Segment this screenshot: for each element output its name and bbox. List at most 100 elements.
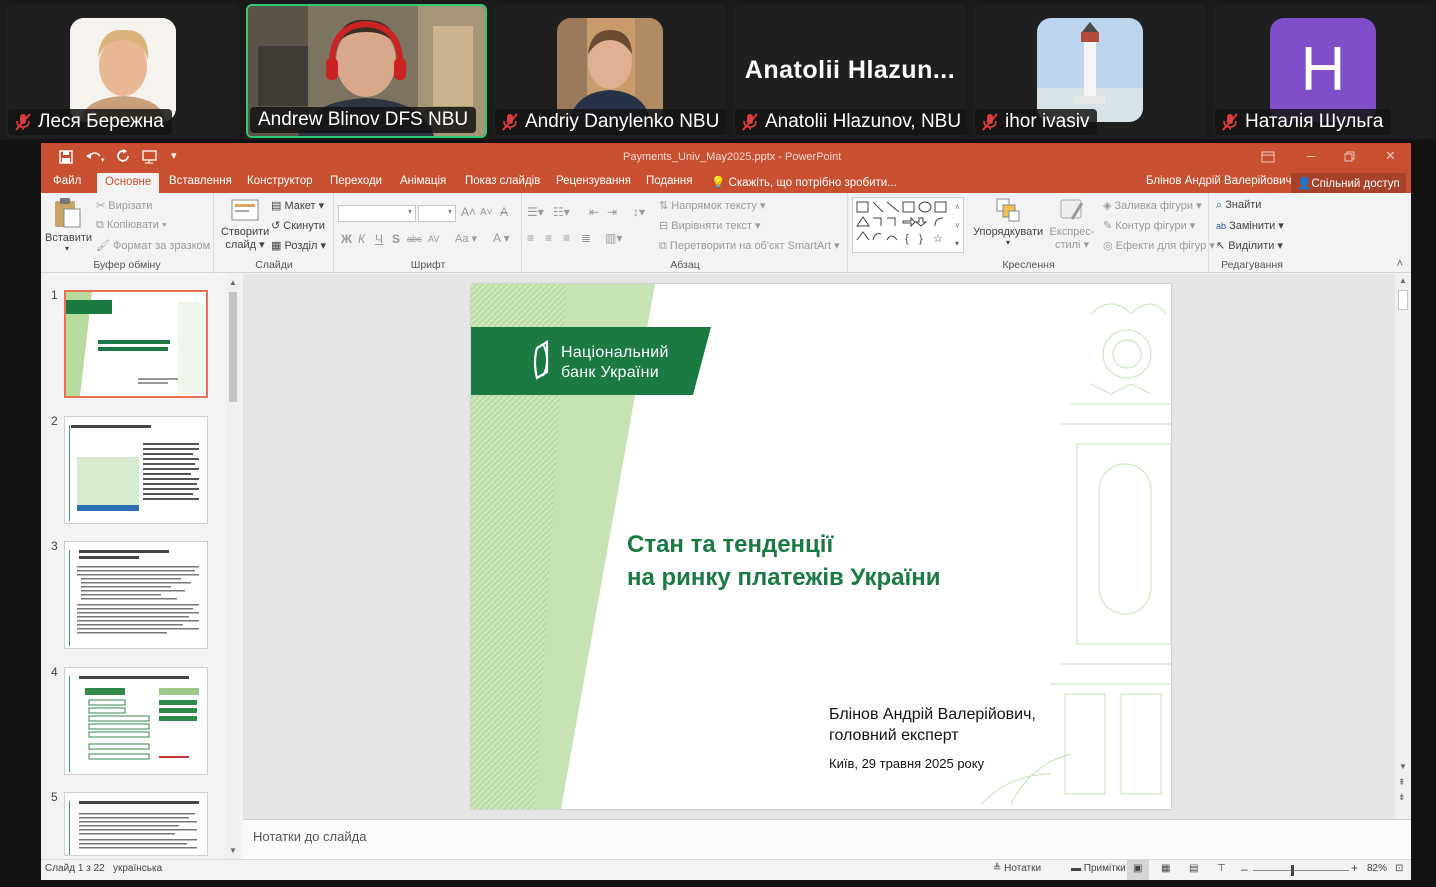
select-button[interactable]: ↖ Виділити ▾ xyxy=(1216,239,1283,252)
participant-tile[interactable]: H Наталія Шульга xyxy=(1213,4,1433,138)
minimize-icon[interactable]: – xyxy=(1307,147,1315,163)
tell-me-search[interactable]: 💡 Скажіть, що потрібно зробити... xyxy=(711,175,897,189)
scrollbar-thumb[interactable] xyxy=(1398,290,1408,310)
replace-button[interactable]: ab Замінити ▾ xyxy=(1216,219,1284,232)
bullets-button[interactable]: ☰▾ xyxy=(527,205,544,219)
comments-toggle-button[interactable]: ▬ Примітки xyxy=(1071,863,1126,874)
shape-effects-button[interactable]: ◎ Ефекти для фігур ▾ xyxy=(1103,239,1215,252)
text-direction-button[interactable]: ⇅ Напрямок тексту ▾ xyxy=(659,199,766,212)
participant-tile[interactable]: Леся Бережна xyxy=(6,4,240,138)
layout-button[interactable]: ▤ Макет ▾ xyxy=(271,199,324,212)
current-slide[interactable]: Національний банк України Стан та тенден… xyxy=(471,284,1171,809)
collapse-ribbon-icon[interactable]: ˄ xyxy=(1397,258,1403,270)
align-right-button[interactable]: ≡ xyxy=(563,231,570,245)
zoom-out-button[interactable]: – xyxy=(1241,862,1248,876)
font-name-field[interactable]: ▾ xyxy=(338,205,416,222)
tab-review[interactable]: Рецензування xyxy=(556,175,631,187)
grow-font-button[interactable]: A˄ xyxy=(461,205,476,219)
columns-button[interactable]: ▥▾ xyxy=(605,231,622,245)
cut-button[interactable]: ✂ Вирізати xyxy=(96,199,152,212)
slide-title[interactable]: Стан та тенденції на ринку платежів Укра… xyxy=(627,528,940,594)
restore-icon[interactable] xyxy=(1344,151,1355,162)
align-center-button[interactable]: ≡ xyxy=(545,231,552,245)
user-name[interactable]: Блінов Андрій Валерійович xyxy=(1146,175,1292,187)
slide-thumbnail[interactable] xyxy=(64,416,208,524)
tab-home[interactable]: Основне xyxy=(97,173,160,193)
slide-editor-scrollbar[interactable]: ▲ ▼ ⇞ ⇟ xyxy=(1395,274,1411,819)
format-painter-button[interactable]: 🖌 Формат за зразком xyxy=(96,239,210,252)
notes-placeholder[interactable]: Нотатки до слайда xyxy=(253,829,366,844)
tab-view[interactable]: Подання xyxy=(646,175,692,187)
participant-tile[interactable]: Anatolii Hlazun... Anatolii Hlazunov, NB… xyxy=(733,4,967,138)
thumbnails-scrollbar[interactable]: ▲ ▼ xyxy=(226,274,240,859)
zoom-in-button[interactable]: + xyxy=(1351,861,1358,875)
close-icon[interactable]: ✕ xyxy=(1385,148,1396,164)
normal-view-button[interactable]: ▣ xyxy=(1127,860,1149,880)
italic-button[interactable]: К xyxy=(358,232,365,246)
participant-tile-active-speaker[interactable]: Andrew Blinov DFS NBU xyxy=(246,4,487,138)
language-indicator[interactable]: українська xyxy=(113,863,162,874)
scroll-up-icon[interactable]: ▲ xyxy=(1399,276,1407,285)
decrease-indent-button[interactable]: ⇤ xyxy=(589,205,599,219)
clear-formatting-button[interactable]: A xyxy=(500,205,508,219)
participant-tile[interactable]: Andriy Danylenko NBU xyxy=(493,4,727,138)
quick-styles-button[interactable]: Експрес- стилі ▾ xyxy=(1045,197,1099,251)
character-spacing-button[interactable]: AV xyxy=(428,234,439,244)
zoom-slider-track[interactable] xyxy=(1253,870,1349,871)
next-slide-icon[interactable]: ⇟ xyxy=(1398,792,1406,803)
customize-toolbar-icon[interactable]: ▾ xyxy=(171,149,177,162)
bold-button[interactable]: Ж xyxy=(341,232,352,246)
undo-icon[interactable]: ▾ xyxy=(85,150,105,164)
font-size-field[interactable]: ▾ xyxy=(418,205,456,222)
line-spacing-button[interactable]: ↕▾ xyxy=(633,205,645,219)
scroll-down-icon[interactable]: ▼ xyxy=(229,846,237,855)
shadow-button[interactable]: S xyxy=(392,232,400,246)
ribbon-display-options-icon[interactable] xyxy=(1261,151,1275,163)
copy-button[interactable]: ⧉ Копіювати ▾ xyxy=(96,219,167,232)
convert-smartart-button[interactable]: ⧉ Перетворити на об'єкт SmartArt ▾ xyxy=(659,239,840,253)
tab-design[interactable]: Конструктор xyxy=(247,175,313,187)
scrollbar-thumb[interactable] xyxy=(229,292,237,402)
zoom-slider-thumb[interactable] xyxy=(1291,865,1294,876)
align-text-button[interactable]: ⊟ Вирівняти текст ▾ xyxy=(659,219,761,232)
new-slide-button[interactable]: Створити слайд ▾ xyxy=(221,197,269,251)
font-color-button[interactable]: A ▾ xyxy=(493,231,510,245)
slide-thumbnail[interactable] xyxy=(64,667,208,775)
zoom-level[interactable]: 82% xyxy=(1367,863,1387,874)
paste-button[interactable]: Вставити ▾ xyxy=(45,197,92,253)
redo-icon[interactable] xyxy=(117,149,131,163)
shape-outline-button[interactable]: ✎ Контур фігури ▾ xyxy=(1103,219,1195,232)
change-case-button[interactable]: Aa ▾ xyxy=(455,232,477,245)
start-slideshow-icon[interactable] xyxy=(142,150,160,164)
slide-thumbnail[interactable] xyxy=(64,290,208,398)
tab-animations[interactable]: Анімація xyxy=(400,175,446,187)
tab-insert[interactable]: Вставлення xyxy=(169,175,232,187)
increase-indent-button[interactable]: ⇥ xyxy=(607,205,617,219)
tab-slideshow[interactable]: Показ слайдів xyxy=(465,175,540,187)
slide-sorter-button[interactable]: ▦ xyxy=(1161,863,1170,874)
save-icon[interactable] xyxy=(59,150,73,164)
align-left-button[interactable]: ≡ xyxy=(527,231,534,245)
reading-view-button[interactable]: ▤ xyxy=(1189,863,1198,874)
share-button[interactable]: 👤Спільний доступ xyxy=(1291,173,1406,193)
strikethrough-button[interactable]: abc xyxy=(407,234,422,244)
shapes-gallery[interactable]: {} ☆ ˄ ˅ ▾ xyxy=(852,197,964,253)
reset-button[interactable]: ↺ Скинути xyxy=(271,219,325,232)
notes-pane[interactable]: Нотатки до слайда xyxy=(243,819,1411,859)
notes-toggle-button[interactable]: ≜ Нотатки xyxy=(993,863,1041,874)
arrange-button[interactable]: Упорядкувати ▾ xyxy=(973,197,1043,247)
fit-to-window-icon[interactable]: ⊡ xyxy=(1395,863,1403,874)
shrink-font-button[interactable]: A˅ xyxy=(480,207,493,218)
underline-button[interactable]: Ч xyxy=(375,232,383,246)
scroll-up-icon[interactable]: ▲ xyxy=(229,278,237,287)
section-button[interactable]: ▦ Розділ ▾ xyxy=(271,239,326,252)
justify-button[interactable]: ≣ xyxy=(581,231,591,245)
slideshow-button[interactable]: ⊤ xyxy=(1217,863,1226,874)
find-button[interactable]: ⌕ Знайти xyxy=(1216,199,1261,212)
tab-file[interactable]: Файл xyxy=(53,175,81,187)
previous-slide-icon[interactable]: ⇞ xyxy=(1398,777,1406,788)
tab-transitions[interactable]: Переходи xyxy=(330,175,382,187)
slide-place-date[interactable]: Київ, 29 травня 2025 року xyxy=(829,756,984,771)
slide-author[interactable]: Блінов Андрій Валерійович, головний експ… xyxy=(829,704,1036,746)
shape-fill-button[interactable]: ◈ Заливка фігури ▾ xyxy=(1103,199,1202,212)
